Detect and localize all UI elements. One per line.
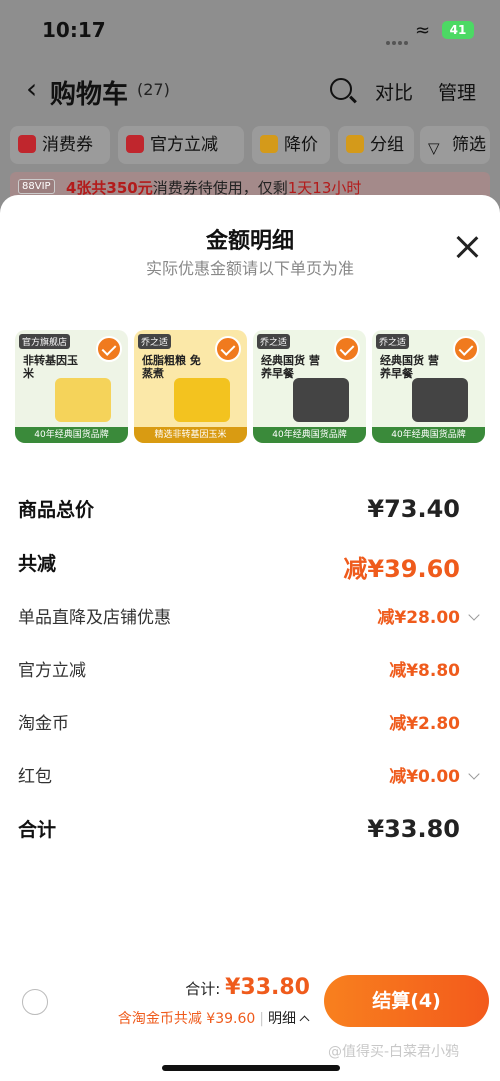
filter-chips: 消费券 官方立减 降价 分组 ▽ 筛选 <box>10 126 490 164</box>
checkout-button[interactable]: 结算(4) <box>324 975 489 1027</box>
folder-icon <box>346 135 364 153</box>
product-footer: 40年经典国货品牌 <box>372 427 485 443</box>
product-title: 经典国货 营养早餐 <box>380 354 439 380</box>
checked-icon[interactable] <box>453 336 479 362</box>
row-value: 减¥0.00 <box>389 767 460 787</box>
row-value: 减¥2.80 <box>389 714 460 734</box>
product-image <box>55 378 111 422</box>
row-grand-total: 合计 ¥33.80 <box>0 815 500 845</box>
product-thumb[interactable]: 乔之适 低脂粗粮 免蒸煮 精选非转基因玉米 <box>134 330 247 443</box>
wifi-icon: ≈ <box>415 20 431 41</box>
product-thumbnails: 官方旗舰店 非转基因玉米 40年经典国货品牌 乔之适 低脂粗粮 免蒸煮 精选非转… <box>15 330 485 444</box>
checked-icon[interactable] <box>215 336 241 362</box>
row-red-packet[interactable]: 红包 减¥0.00 <box>0 762 500 792</box>
vip-badge: 88VIP <box>18 179 55 194</box>
product-image <box>174 378 230 422</box>
shop-tag: 官方旗舰店 <box>19 334 71 349</box>
chevron-down-icon[interactable] <box>468 768 480 780</box>
lightning-icon <box>126 135 144 153</box>
chip-coupon[interactable]: 消费券 <box>10 126 110 164</box>
product-title: 经典国货 营养早餐 <box>261 354 320 380</box>
row-value: ¥33.80 <box>367 815 460 843</box>
product-thumb[interactable]: 乔之适 经典国货 营养早餐 40年经典国货品牌 <box>372 330 485 443</box>
row-label: 红包 <box>18 767 52 787</box>
nav-bar: ‹ 购物车 (27) 对比 管理 <box>0 70 500 110</box>
chip-price-drop[interactable]: 降价 <box>252 126 330 164</box>
shop-tag: 乔之适 <box>257 334 291 349</box>
screen: 10:17 ≈ 41 ‹ 购物车 (27) 对比 管理 消费券 官方立减 降价 … <box>0 0 500 1081</box>
amount-detail-sheet: 金额明细 实际优惠金额请以下单页为准 官方旗舰店 非转基因玉米 40年经典国货品… <box>0 195 500 1081</box>
row-value: ¥73.40 <box>367 495 460 523</box>
checked-icon[interactable] <box>334 336 360 362</box>
battery-icon: 41 <box>442 21 474 39</box>
sheet-subtitle: 实际优惠金额请以下单页为准 <box>145 259 354 278</box>
chevron-down-icon[interactable] <box>468 609 480 621</box>
row-label: 淘金币 <box>18 714 69 734</box>
shop-tag: 乔之适 <box>376 334 410 349</box>
close-icon[interactable] <box>455 235 479 259</box>
row-label: 单品直降及店铺优惠 <box>18 608 171 628</box>
row-label: 合计 <box>18 819 57 841</box>
compare-button[interactable]: 对比 <box>375 78 413 105</box>
row-label: 共减 <box>18 553 57 575</box>
back-icon[interactable]: ‹ <box>26 72 37 105</box>
watermark: @值得买-白菜君小鸦 <box>328 1044 460 1060</box>
chip-group[interactable]: 分组 <box>338 126 414 164</box>
select-all-radio[interactable] <box>22 989 48 1015</box>
product-title: 非转基因玉米 <box>23 354 78 380</box>
product-image <box>293 378 349 422</box>
row-official-discount: 官方立减 减¥8.80 <box>0 656 500 686</box>
page-title: 购物车 <box>50 80 129 110</box>
total-price: 合计: ¥33.80 <box>185 975 310 1000</box>
product-footer: 40年经典国货品牌 <box>15 427 128 443</box>
row-label: 官方立减 <box>18 661 86 681</box>
row-value: 减¥28.00 <box>377 608 460 628</box>
status-bar: 10:17 ≈ 41 <box>0 0 500 60</box>
cart-count: (27) <box>137 80 170 99</box>
product-footer: 40年经典国货品牌 <box>253 427 366 443</box>
sheet-title: 金额明细 <box>205 229 294 254</box>
chevron-up-icon <box>299 1015 310 1026</box>
row-store-discount[interactable]: 单品直降及店铺优惠 减¥28.00 <box>0 603 500 633</box>
filter-icon: ▽ <box>428 139 440 157</box>
shop-tag: 乔之适 <box>138 334 172 349</box>
home-indicator <box>162 1065 340 1071</box>
checkout-bar: 合计: ¥33.80 含淘金币共减 ¥39.60 | 明细 结算(4) @值得买-白… <box>0 955 500 1081</box>
product-thumb[interactable]: 乔之适 经典国货 营养早餐 40年经典国货品牌 <box>253 330 366 443</box>
row-value: 减¥8.80 <box>389 661 460 681</box>
product-image <box>412 378 468 422</box>
manage-button[interactable]: 管理 <box>438 78 476 105</box>
product-title: 低脂粗粮 免蒸煮 <box>142 354 201 380</box>
row-taojinbi: 淘金币 减¥2.80 <box>0 709 500 739</box>
arrow-down-icon <box>260 135 278 153</box>
chip-official-discount[interactable]: 官方立减 <box>118 126 244 164</box>
product-thumb[interactable]: 官方旗舰店 非转基因玉米 40年经典国货品牌 <box>15 330 128 443</box>
row-value: 减¥39.60 <box>343 555 460 583</box>
discount-detail-link[interactable]: 含淘金币共减 ¥39.60 | 明细 <box>118 1008 310 1028</box>
coupon-icon <box>18 135 36 153</box>
row-item-total: 商品总价 ¥73.40 <box>0 495 500 525</box>
row-total-discount: 共减 减¥39.60 <box>0 549 500 583</box>
status-time: 10:17 <box>42 18 106 42</box>
chip-filter[interactable]: ▽ 筛选 <box>420 126 490 164</box>
product-footer: 精选非转基因玉米 <box>134 427 247 443</box>
row-label: 商品总价 <box>18 499 95 521</box>
signal-icon <box>386 30 410 45</box>
checked-icon[interactable] <box>96 336 122 362</box>
search-icon[interactable] <box>330 78 352 100</box>
